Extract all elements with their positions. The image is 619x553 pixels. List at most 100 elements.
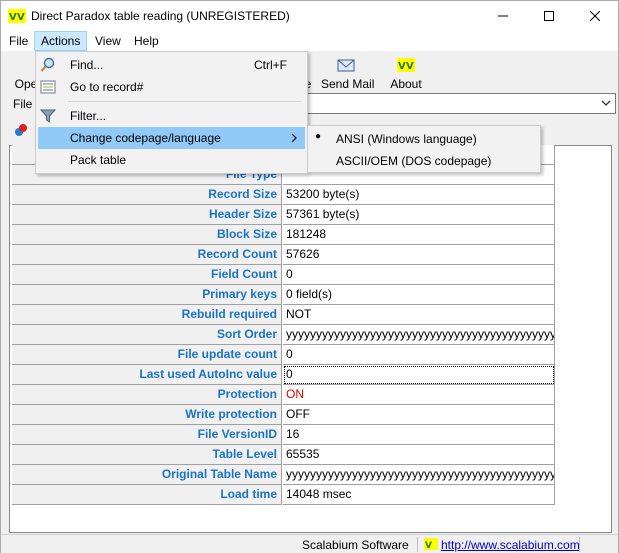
chevron-down-icon xyxy=(601,100,611,106)
grid-caption: Field Count xyxy=(12,265,282,285)
grid-value[interactable]: 0 xyxy=(283,265,555,285)
grid-caption: Rebuild required xyxy=(12,305,282,325)
pack-table-label: Pack table xyxy=(70,153,127,167)
grid-value[interactable]: OFF xyxy=(283,405,555,425)
grid-row: Record Size 53200 byte(s) xyxy=(12,185,555,205)
menu-separator xyxy=(68,101,301,102)
grid-value[interactable]: 57626 xyxy=(283,245,555,265)
status-separator xyxy=(579,537,580,552)
grid-caption: Protection xyxy=(12,385,282,405)
grid-value[interactable]: 0 xyxy=(283,345,555,365)
menu-file[interactable]: File xyxy=(3,31,34,51)
menu-item-find[interactable]: Find... Ctrl+F xyxy=(38,54,305,76)
find-label: Find... xyxy=(70,58,104,72)
grid-row: Header Size 57361 byte(s) xyxy=(12,205,555,225)
grid-value[interactable]: NOT xyxy=(283,305,555,325)
menu-bar: File Actions View Help xyxy=(1,31,618,51)
grid-value[interactable]: yyyyyyyyyyyyyyyyyyyyyyyyyyyyyyyyyyyyyyyy… xyxy=(283,465,555,485)
goto-record-label: Go to record# xyxy=(70,80,144,94)
grid-row: Record Count 57626 xyxy=(12,245,555,265)
grid-caption: Last used AutoInc value xyxy=(12,365,282,385)
menu-item-filter[interactable]: Filter... xyxy=(38,105,305,127)
grid-row: Last used AutoInc value 0 xyxy=(12,365,555,385)
grid-caption: Header Size xyxy=(12,205,282,225)
grid-row: Block Size 181248 xyxy=(12,225,555,245)
actions-menu: Find... Ctrl+F Go to record# Filter... C… xyxy=(35,51,308,174)
about-label: About xyxy=(390,77,422,91)
svg-text:V: V xyxy=(425,541,432,550)
filter-funnel-icon xyxy=(40,109,56,123)
submenu-item-ansi[interactable]: ● ANSI (Windows language) xyxy=(310,128,538,150)
submenu-arrow-icon xyxy=(291,133,297,143)
grid-row: Rebuild required NOT xyxy=(12,305,555,325)
menu-help[interactable]: Help xyxy=(128,31,165,51)
filter-label: Filter... xyxy=(70,109,107,123)
status-separator xyxy=(417,537,418,552)
grid-caption: Original Table Name xyxy=(12,465,282,485)
grid-caption: File update count xyxy=(12,345,282,365)
grid-value[interactable]: 57361 byte(s) xyxy=(283,205,555,225)
ansi-label: ANSI (Windows language) xyxy=(336,132,477,146)
grid-caption: Record Size xyxy=(12,185,282,205)
grid-row: File VersionID 16 xyxy=(12,425,555,445)
codepage-submenu: ● ANSI (Windows language) ASCII/OEM (DOS… xyxy=(307,125,541,173)
grid-caption: Primary keys xyxy=(12,285,282,305)
submenu-item-ascii[interactable]: ASCII/OEM (DOS codepage) xyxy=(310,150,538,172)
find-shortcut: Ctrl+F xyxy=(254,58,287,72)
menu-view[interactable]: View xyxy=(89,31,127,51)
grid-row: Protection ON xyxy=(12,385,555,405)
selected-bullet-icon: ● xyxy=(315,131,322,142)
maximize-icon xyxy=(544,11,554,21)
send-mail-button[interactable]: Send Mail xyxy=(321,55,375,91)
grid-row: Write protection OFF xyxy=(12,405,555,425)
app-logo-icon: V V xyxy=(8,9,26,23)
change-codepage-label: Change codepage/language xyxy=(70,131,221,145)
grid-row: Field Count 0 xyxy=(12,265,555,285)
menu-item-change-codepage[interactable]: Change codepage/language xyxy=(38,127,305,149)
grid-value[interactable]: 14048 msec xyxy=(283,485,555,505)
grid-value[interactable]: 53200 byte(s) xyxy=(283,185,555,205)
grid-value[interactable]: yyyyyyyyyyyyyyyyyyyyyyyyyyyyyyyyyyyyyyyy… xyxy=(283,325,555,345)
grid-value[interactable]: 181248 xyxy=(283,225,555,245)
minimize-icon xyxy=(498,15,508,17)
magnifier-icon xyxy=(40,57,55,72)
grid-row: Primary keys 0 field(s) xyxy=(12,285,555,305)
title-bar: V V Direct Paradox table reading (UNREGI… xyxy=(1,1,618,31)
scalabium-logo-icon: V xyxy=(424,538,438,550)
table-tab-icon[interactable] xyxy=(13,123,29,137)
goto-record-icon xyxy=(40,80,56,94)
grid-value[interactable]: 0 xyxy=(283,365,555,385)
send-mail-label: Send Mail xyxy=(321,77,375,91)
about-button[interactable]: V V About xyxy=(387,55,425,91)
grid-value[interactable]: ON xyxy=(283,385,555,405)
grid-row: Original Table Name yyyyyyyyyyyyyyyyyyyyy… xyxy=(12,465,555,485)
grid-value[interactable]: 16 xyxy=(283,425,555,445)
grid-row: File update count 0 xyxy=(12,345,555,365)
menu-item-pack-table[interactable]: Pack table xyxy=(38,149,305,171)
status-company: Scalabium Software xyxy=(302,538,409,552)
svg-text:V: V xyxy=(9,12,17,23)
maximize-button[interactable] xyxy=(526,1,572,31)
minimize-button[interactable] xyxy=(480,1,526,31)
grid-row: Load time 14048 msec xyxy=(12,485,555,505)
grid-caption: File VersionID xyxy=(12,425,282,445)
menu-actions[interactable]: Actions xyxy=(34,31,88,51)
grid-caption: Sort Order xyxy=(12,325,282,345)
app-window: V V Direct Paradox table reading (UNREGI… xyxy=(0,0,619,553)
grid-row: Sort Order yyyyyyyyyyyyyyyyyyyyyyyyyyyyyy… xyxy=(12,325,555,345)
status-bar: Scalabium Software V http://www.scalabiu… xyxy=(1,534,618,553)
grid-caption: Table Level xyxy=(12,445,282,465)
menu-item-goto-record[interactable]: Go to record# xyxy=(38,76,305,98)
close-icon xyxy=(590,11,600,21)
grid-row: Table Level 65535 xyxy=(12,445,555,465)
svg-text:V: V xyxy=(17,12,25,23)
grid-caption: Load time xyxy=(12,485,282,505)
grid-value[interactable]: 65535 xyxy=(283,445,555,465)
close-button[interactable] xyxy=(572,1,618,31)
website-link[interactable]: http://www.scalabium.com xyxy=(441,538,580,552)
grid-caption: Write protection xyxy=(12,405,282,425)
grid-caption: Record Count xyxy=(12,245,282,265)
file-combo[interactable] xyxy=(301,93,616,114)
grid-value[interactable]: 0 field(s) xyxy=(283,285,555,305)
about-logo-icon: V V xyxy=(397,58,415,72)
